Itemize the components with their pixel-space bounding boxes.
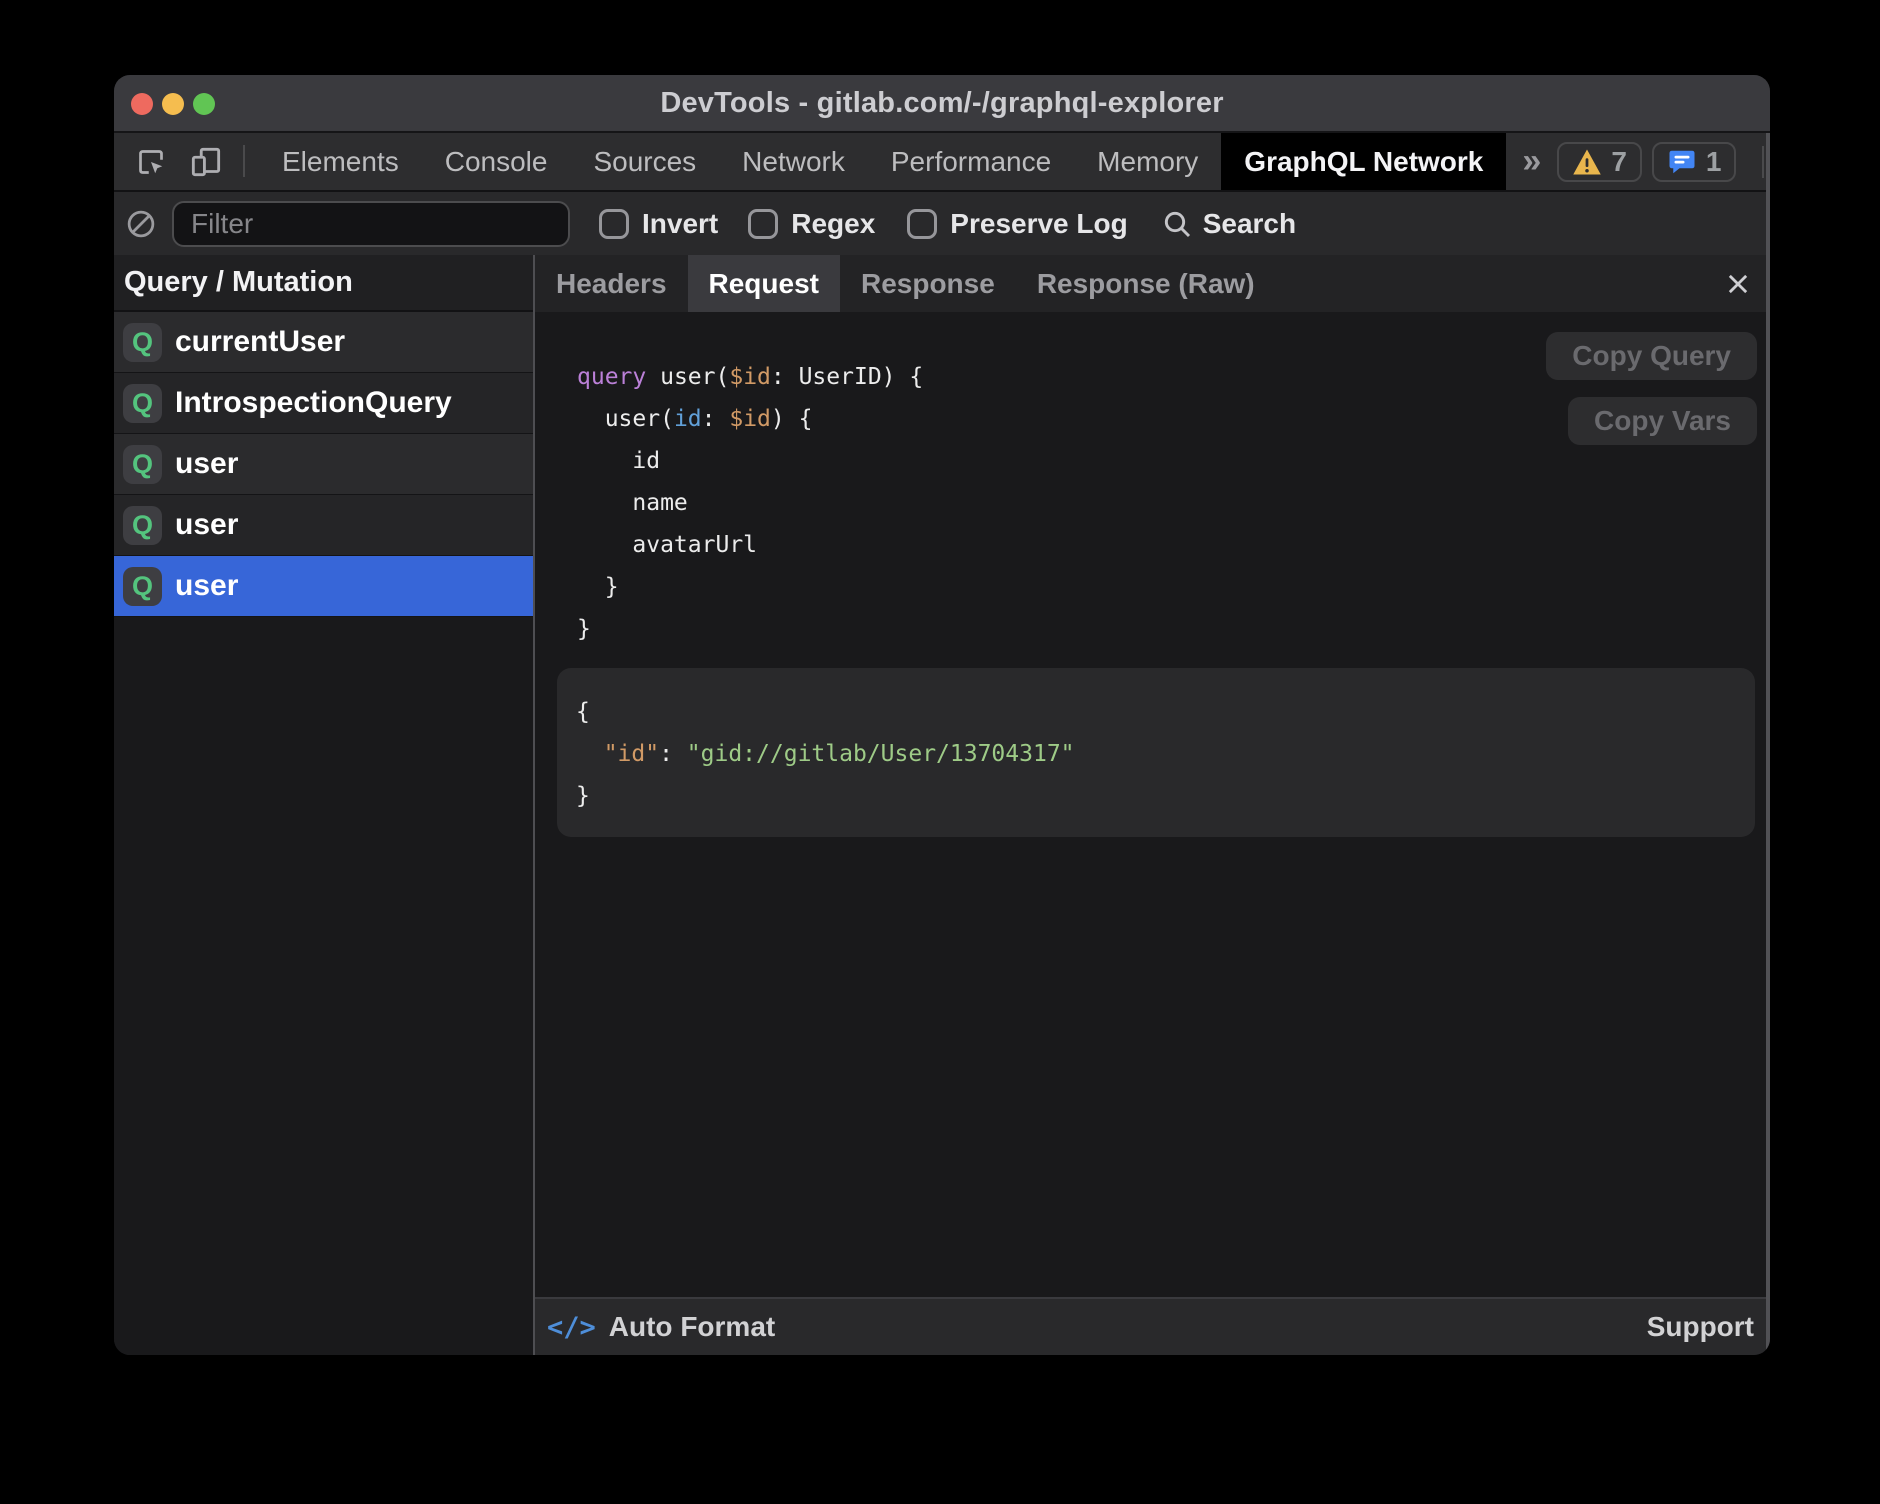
more-tabs-chevron-icon[interactable]: » [1506, 133, 1557, 190]
query-row-label: IntrospectionQuery [175, 386, 452, 420]
title-bar: DevTools - gitlab.com/-/graphql-explorer [114, 75, 1770, 133]
code-brackets-icon: </> [547, 1312, 596, 1343]
tab-memory[interactable]: Memory [1074, 133, 1221, 190]
inspect-element-icon[interactable] [122, 133, 173, 190]
invert-checkbox-group: Invert [599, 208, 718, 240]
device-toolbar-icon[interactable] [173, 133, 227, 190]
search-icon [1161, 208, 1193, 240]
detail-footer-bar: </> Auto Format Support [535, 1297, 1770, 1355]
query-row-user-3-selected[interactable]: Q user [114, 556, 533, 617]
minimize-window-button[interactable] [162, 93, 184, 115]
query-list-empty-space [114, 617, 533, 1355]
query-type-badge: Q [123, 445, 162, 484]
auto-format-button[interactable]: Auto Format [609, 1311, 775, 1343]
tab-graphql-network[interactable]: GraphQL Network [1221, 133, 1506, 190]
request-body-view: query user($id: UserID) { user(id: $id) … [535, 312, 1770, 1297]
request-detail-panel: Headers Request Response Response (Raw) … [535, 255, 1770, 1355]
regex-label: Regex [791, 208, 875, 240]
query-row-label: user [175, 569, 238, 603]
issues-badge[interactable]: 1 [1652, 142, 1737, 182]
query-type-badge: Q [123, 323, 162, 362]
graphql-variables-box: { "id": "gid://gitlab/User/13704317"} [557, 668, 1755, 837]
toolbar-divider [1762, 146, 1764, 178]
main-area: Query / Mutation Q currentUser Q Introsp… [114, 255, 1770, 1355]
toolbar-divider [243, 145, 245, 177]
query-row-introspectionquery[interactable]: Q IntrospectionQuery [114, 373, 533, 434]
message-icon [1667, 147, 1697, 177]
filter-bar: Invert Regex Preserve Log Search [114, 190, 1770, 255]
warning-icon [1572, 148, 1602, 176]
issues-count: 1 [1706, 146, 1722, 178]
query-row-label: currentUser [175, 325, 345, 359]
detail-tab-bar: Headers Request Response Response (Raw) [535, 255, 1770, 312]
query-type-badge: Q [123, 384, 162, 423]
warning-count: 7 [1611, 146, 1627, 178]
tab-headers[interactable]: Headers [535, 255, 688, 312]
zoom-window-button[interactable] [193, 93, 215, 115]
support-link[interactable]: Support [1647, 1311, 1754, 1343]
copy-query-button[interactable]: Copy Query [1546, 332, 1757, 380]
preserve-log-label: Preserve Log [950, 208, 1127, 240]
invert-checkbox[interactable] [599, 209, 629, 239]
tab-response-raw[interactable]: Response (Raw) [1016, 255, 1276, 312]
query-row-currentuser[interactable]: Q currentUser [114, 312, 533, 373]
tab-console[interactable]: Console [422, 133, 571, 190]
scrollbar-track[interactable] [1766, 133, 1770, 1355]
traffic-lights [131, 93, 215, 115]
close-icon[interactable] [1722, 268, 1754, 300]
invert-label: Invert [642, 208, 718, 240]
search-toggle[interactable]: Search [1161, 208, 1296, 240]
regex-checkbox-group: Regex [748, 208, 875, 240]
query-list-header: Query / Mutation [114, 255, 533, 312]
regex-checkbox[interactable] [748, 209, 778, 239]
devtools-window: DevTools - gitlab.com/-/graphql-explorer… [114, 75, 1770, 1355]
devtools-tab-bar: Elements Console Sources Network Perform… [114, 133, 1770, 190]
search-label: Search [1203, 208, 1296, 240]
tab-response[interactable]: Response [840, 255, 1016, 312]
tab-performance[interactable]: Performance [868, 133, 1074, 190]
preserve-log-checkbox[interactable] [907, 209, 937, 239]
query-row-label: user [175, 508, 238, 542]
block-requests-icon[interactable] [126, 209, 156, 239]
query-row-user-1[interactable]: Q user [114, 434, 533, 495]
query-type-badge: Q [123, 567, 162, 606]
tab-sources[interactable]: Sources [570, 133, 719, 190]
query-row-user-2[interactable]: Q user [114, 495, 533, 556]
preserve-log-checkbox-group: Preserve Log [907, 208, 1127, 240]
query-row-label: user [175, 447, 238, 481]
query-type-badge: Q [123, 506, 162, 545]
filter-input[interactable] [172, 201, 570, 247]
warnings-badge[interactable]: 7 [1557, 142, 1642, 182]
tab-elements[interactable]: Elements [259, 133, 422, 190]
close-window-button[interactable] [131, 93, 153, 115]
tab-request[interactable]: Request [688, 255, 840, 312]
copy-vars-button[interactable]: Copy Vars [1568, 397, 1757, 445]
window-title: DevTools - gitlab.com/-/graphql-explorer [660, 87, 1223, 120]
tab-network[interactable]: Network [719, 133, 868, 190]
query-list-panel: Query / Mutation Q currentUser Q Introsp… [114, 255, 535, 1355]
